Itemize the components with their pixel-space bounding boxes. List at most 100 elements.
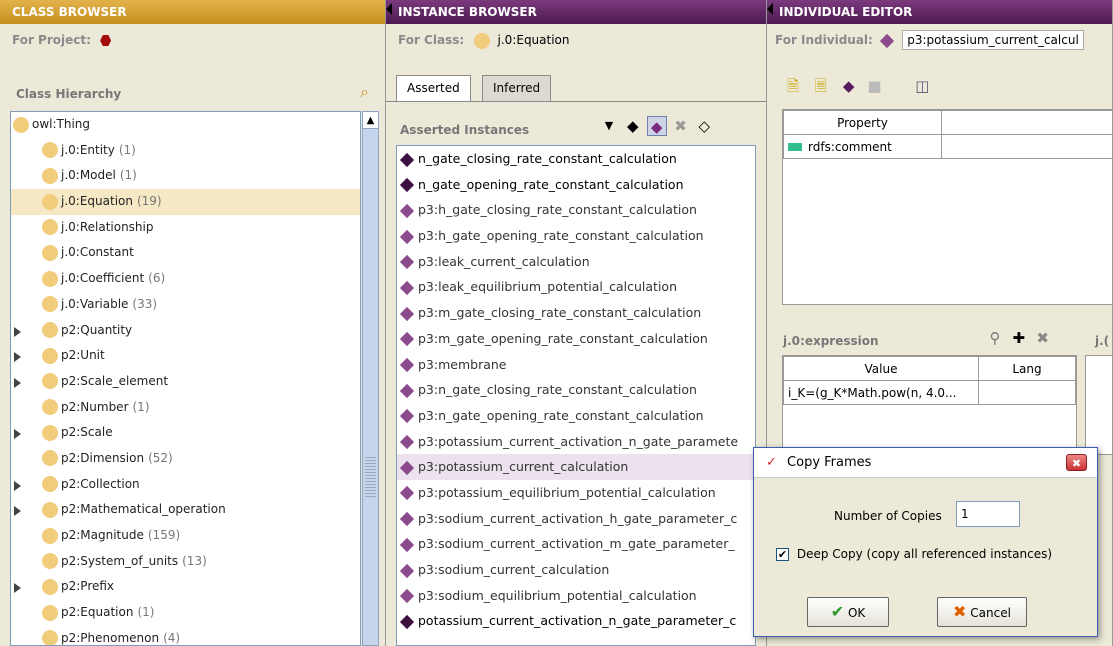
scroll-up-arrow-icon[interactable]: ▲ <box>363 112 378 129</box>
edit-instance-icon[interactable]: ◇ <box>694 116 714 136</box>
property-row[interactable]: rdfs:comment <box>783 134 942 159</box>
class-browser-banner: CLASS BROWSER <box>0 0 385 24</box>
panel-divider-notch-icon[interactable] <box>767 3 773 15</box>
class-tree-item[interactable]: j.0:Equation (19) <box>11 189 360 215</box>
class-tree-item[interactable]: p2:Prefix <box>11 574 360 600</box>
class-tree-item[interactable]: owl:Thing <box>11 112 360 138</box>
class-tree-item[interactable]: p2:Unit <box>11 343 360 369</box>
instance-label: p3:n_gate_closing_rate_constant_calculat… <box>418 382 697 398</box>
class-label: p2:Quantity <box>61 322 133 337</box>
class-tree-item[interactable]: j.0:Coefficient (6) <box>11 266 360 292</box>
instance-list-item[interactable]: p3:h_gate_closing_rate_constant_calculat… <box>397 197 755 223</box>
create-instance-icon[interactable]: ◆ <box>623 116 643 136</box>
class-icon <box>42 527 58 544</box>
add-value-icon[interactable]: ✚ <box>1009 328 1029 348</box>
instance-list-item[interactable]: p3:potassium_current_activation_n_gate_p… <box>397 429 755 455</box>
class-tree-item[interactable]: p2:System_of_units (13) <box>11 549 360 575</box>
tab-divider <box>386 101 766 102</box>
instance-label: p3:potassium_current_activation_n_gate_p… <box>418 433 739 449</box>
class-tree-item[interactable]: p2:Scale <box>11 420 360 446</box>
expand-arrow-icon[interactable] <box>14 480 21 491</box>
ok-label: OK <box>847 606 866 620</box>
instance-list[interactable]: n_gate_closing_rate_constant_calculation… <box>396 145 756 646</box>
class-instance-count: (6) <box>148 271 166 286</box>
close-icon[interactable]: ✖ <box>1066 454 1087 471</box>
class-tree-scrollbar[interactable]: ▲ <box>362 111 379 646</box>
ok-button[interactable]: ✔ OK <box>807 597 889 627</box>
instance-list-item[interactable]: p3:n_gate_opening_rate_constant_calculat… <box>397 403 755 429</box>
copy-page-icon[interactable]: 🗏 <box>811 76 831 96</box>
class-tree[interactable]: owl:Thing j.0:Entity (1) j.0:Model (1) j.0:Eq… <box>10 111 361 646</box>
class-tree-item[interactable]: p2:Phenomenon (4) <box>11 626 360 645</box>
class-icon <box>42 296 58 313</box>
instance-label: p3:potassium_equilibrium_potential_calcu… <box>418 484 716 500</box>
class-tree-item[interactable]: j.0:Model (1) <box>11 163 360 189</box>
property-value-header <box>941 110 1112 135</box>
for-project-label: For Project: <box>12 33 91 47</box>
instance-list-item[interactable]: n_gate_closing_rate_constant_calculation <box>397 146 755 172</box>
class-tree-item[interactable]: p2:Scale_element <box>11 369 360 395</box>
tab-inferred[interactable]: Inferred <box>482 75 552 101</box>
search-class-icon[interactable]: ⌕ <box>360 82 369 102</box>
instance-list-item[interactable]: p3:leak_equilibrium_potential_calculatio… <box>397 274 755 300</box>
instance-list-item[interactable]: p3:sodium_equilibrium_potential_calculat… <box>397 583 755 609</box>
expand-arrow-icon[interactable] <box>14 583 21 594</box>
instance-list-item[interactable]: n_gate_opening_rate_constant_calculation <box>397 172 755 198</box>
cancel-button[interactable]: ✖ Cancel <box>937 597 1027 627</box>
property-header: Property <box>783 110 942 135</box>
tab-asserted[interactable]: Asserted <box>396 75 471 102</box>
individual-icon <box>879 33 895 48</box>
lang-value-cell[interactable] <box>978 380 1076 405</box>
instance-list-item[interactable]: potassium_current_activation_n_gate_para… <box>397 608 755 634</box>
class-tree-item[interactable]: p2:Number (1) <box>11 395 360 421</box>
instance-list-item[interactable]: p3:sodium_current_activation_h_gate_para… <box>397 506 755 532</box>
class-tree-item[interactable]: p2:Equation (1) <box>11 600 360 626</box>
expand-arrow-icon[interactable] <box>14 377 21 388</box>
delete-instance-icon[interactable]: ✖ <box>670 116 690 136</box>
expression-value-cell[interactable]: i_K=(g_K*Math.pow(n, 4.0... <box>783 380 979 405</box>
instance-list-item[interactable]: p3:sodium_current_calculation <box>397 557 755 583</box>
expand-arrow-icon[interactable] <box>14 326 21 337</box>
add-individual-icon[interactable]: ◆ <box>839 76 859 96</box>
property-value-cell[interactable] <box>941 134 1112 159</box>
new-page-icon[interactable]: 🗎 <box>783 76 803 96</box>
class-tree-item[interactable]: j.0:Relationship <box>11 215 360 241</box>
class-icon <box>42 219 58 236</box>
instance-list-item[interactable]: p3:leak_current_calculation <box>397 249 755 275</box>
instance-list-item[interactable]: p3:potassium_current_calculation <box>397 454 755 480</box>
remove-individual-icon[interactable]: ■ <box>864 76 884 96</box>
instance-list-item[interactable]: p3:potassium_equilibrium_potential_calcu… <box>397 480 755 506</box>
deep-copy-checkbox[interactable]: ✔ <box>776 548 789 561</box>
class-tree-item[interactable]: p2:Dimension (52) <box>11 446 360 472</box>
instance-list-item[interactable]: p3:m_gate_closing_rate_constant_calculat… <box>397 300 755 326</box>
instance-icon <box>399 306 415 321</box>
edit-value-icon[interactable]: ⚲ <box>985 328 1005 348</box>
add-instance-icon[interactable]: ◆ <box>646 116 667 136</box>
class-tree-item[interactable]: j.0:Entity (1) <box>11 138 360 164</box>
instance-list-item[interactable]: p3:n_gate_closing_rate_constant_calculat… <box>397 377 755 403</box>
class-icon <box>474 32 491 49</box>
panel-divider-notch-icon[interactable] <box>386 3 392 15</box>
class-instance-count: (159) <box>147 528 181 542</box>
expand-arrow-icon[interactable] <box>14 506 21 517</box>
class-tree-item[interactable]: p2:Magnitude (159) <box>11 523 360 549</box>
class-tree-item[interactable]: p2:Quantity <box>11 318 360 344</box>
instance-list-item[interactable]: p3:m_gate_opening_rate_constant_calculat… <box>397 326 755 352</box>
remove-value-icon[interactable]: ✖ <box>1033 328 1053 348</box>
form-view-icon[interactable]: ◫ <box>912 76 932 96</box>
copies-input[interactable]: 1 <box>956 501 1020 527</box>
instance-list-item[interactable]: p3:membrane <box>397 352 755 378</box>
instance-list-item[interactable]: p3:sodium_current_activation_m_gate_para… <box>397 531 755 557</box>
class-tree-item[interactable]: j.0:Variable (33) <box>11 292 360 318</box>
dropdown-arrow-icon[interactable]: ▼ <box>599 116 619 136</box>
expand-arrow-icon[interactable] <box>14 352 21 363</box>
class-tree-item[interactable]: p2:Mathematical_operation <box>11 497 360 523</box>
instance-list-item[interactable]: p3:h_gate_opening_rate_constant_calculat… <box>397 223 755 249</box>
instance-label: p3:membrane <box>418 356 507 372</box>
expand-arrow-icon[interactable] <box>14 429 21 440</box>
scroll-grip[interactable] <box>365 457 376 497</box>
class-tree-item[interactable]: j.0:Constant <box>11 240 360 266</box>
instance-icon <box>399 614 415 629</box>
class-label: p2:Prefix <box>61 579 115 594</box>
class-tree-item[interactable]: p2:Collection <box>11 472 360 498</box>
